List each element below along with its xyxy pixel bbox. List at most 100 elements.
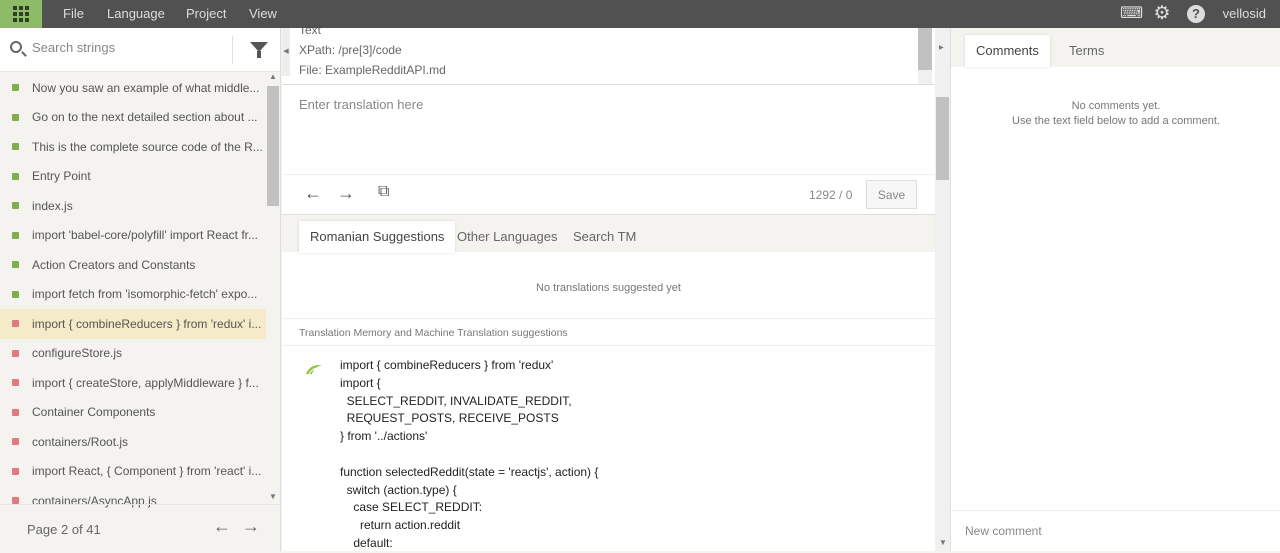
untranslated-status-icon <box>12 408 19 416</box>
next-page-button[interactable]: → <box>242 516 260 537</box>
translated-status-icon <box>12 231 19 239</box>
strings-sidebar: Now you saw an example of what middle...… <box>0 28 281 551</box>
char-count: 1292 / 0 <box>809 188 853 202</box>
tab-search-tm[interactable]: Search TM <box>562 221 647 253</box>
list-item[interactable]: containers/Root.js <box>0 427 266 457</box>
list-item[interactable]: This is the complete source code of the … <box>0 132 266 162</box>
list-item-label: configureStore.js <box>32 346 123 361</box>
no-comments-text: No comments yet. <box>1071 100 1161 112</box>
list-item-label: import 'babel-core/polyfill' import Reac… <box>32 228 258 243</box>
list-item-label: import fetch from 'isomorphic-fetch' exp… <box>32 287 258 302</box>
untranslated-status-icon <box>12 379 19 386</box>
list-item-label: import { combineReducers } from 'redux' … <box>32 316 262 331</box>
suggestion-tabs: Romanian Suggestions Other Languages Sea… <box>282 214 935 253</box>
gear-icon[interactable]: ⚙ <box>1153 4 1171 23</box>
search-bar <box>0 28 280 72</box>
untranslated-status-icon <box>12 467 19 475</box>
prev-string-button[interactable]: ← <box>304 183 322 204</box>
strings-list: Now you saw an example of what middle...… <box>0 73 266 516</box>
list-item[interactable]: Go on to the next detailed section about… <box>0 103 266 133</box>
list-item[interactable]: index.js <box>0 191 266 221</box>
list-item[interactable]: import 'babel-core/polyfill' import Reac… <box>0 221 266 251</box>
scroll-down-icon[interactable]: ▼ <box>269 492 277 501</box>
tm-suggestion[interactable]: import { combineReducers } from 'redux' … <box>340 357 598 553</box>
grid-icon <box>13 6 29 22</box>
scroll-up-icon[interactable]: ▲ <box>269 72 277 81</box>
tab-terms[interactable]: Terms <box>1058 35 1115 67</box>
machine-translation-icon <box>306 364 322 375</box>
user-menu[interactable]: vellosid <box>1223 0 1266 28</box>
translated-status-icon <box>12 202 19 209</box>
translated-status-icon <box>12 261 19 268</box>
list-item[interactable]: import fetch from 'isomorphic-fetch' exp… <box>0 280 266 310</box>
list-item-label: Container Components <box>32 405 156 420</box>
list-scrollbar[interactable]: ▲ ▼ <box>267 72 279 531</box>
list-item-label: import React, { Component } from 'react'… <box>32 464 262 479</box>
list-item[interactable]: import { createStore, applyMiddleware } … <box>0 368 266 398</box>
scrollbar-thumb[interactable] <box>936 97 949 180</box>
file-label: File: <box>299 63 326 77</box>
next-string-button[interactable]: → <box>337 183 355 204</box>
untranslated-status-icon <box>12 438 19 445</box>
scroll-down-icon[interactable]: ▼ <box>939 538 947 547</box>
menu-file[interactable]: File <box>63 0 84 28</box>
page-indicator: Page 2 of 41 <box>27 522 101 537</box>
no-comments-hint: Use the text field below to add a commen… <box>1012 115 1220 127</box>
pagination: Page 2 of 41 ← → <box>0 504 281 551</box>
translated-status-icon <box>12 290 19 298</box>
search-icon <box>10 41 22 53</box>
help-icon[interactable]: ? <box>1187 5 1205 23</box>
editor-panel: Text XPath: /pre[3]/code File: ExampleRe… <box>282 28 935 551</box>
filter-icon[interactable] <box>250 42 268 58</box>
tab-romanian-suggestions[interactable]: Romanian Suggestions <box>299 221 456 253</box>
scrollbar-thumb[interactable] <box>267 86 279 206</box>
list-item[interactable]: Action Creators and Constants <box>0 250 266 280</box>
list-item-label: Action Creators and Constants <box>32 257 196 272</box>
keyboard-icon[interactable]: ⌨ <box>1120 5 1143 23</box>
copy-source-icon[interactable]: ⧉ <box>378 183 389 201</box>
untranslated-status-icon <box>12 349 19 357</box>
untranslated-status-icon <box>12 497 19 504</box>
translated-status-icon <box>12 113 19 121</box>
list-item-label: containers/Root.js <box>32 434 129 449</box>
list-item[interactable]: import { combineReducers } from 'redux' … <box>0 309 266 339</box>
menu-language[interactable]: Language <box>107 0 165 28</box>
file-link[interactable]: ExampleRedditAPI.md <box>325 63 446 77</box>
list-item-label: Entry Point <box>32 169 91 184</box>
prev-page-button[interactable]: ← <box>213 516 231 537</box>
divider <box>232 36 233 64</box>
list-item[interactable]: Entry Point <box>0 162 266 192</box>
menu-view[interactable]: View <box>249 0 277 28</box>
tab-comments[interactable]: Comments <box>965 35 1050 67</box>
collapse-left-icon[interactable]: ◀ <box>282 28 290 76</box>
source-scrollbar[interactable] <box>918 28 932 84</box>
list-item-label: index.js <box>32 198 73 213</box>
tm-header: Translation Memory and Machine Translati… <box>282 318 935 346</box>
list-item[interactable]: Now you saw an example of what middle... <box>0 73 266 103</box>
list-item[interactable]: configureStore.js <box>0 339 266 369</box>
translation-input[interactable] <box>282 86 935 174</box>
translated-status-icon <box>12 84 19 91</box>
untranslated-status-icon <box>12 320 19 327</box>
list-item-label: Go on to the next detailed section about… <box>32 110 258 125</box>
comments-tabs: Comments Terms <box>951 28 1280 67</box>
comments-panel: Comments Terms No comments yet. Use the … <box>950 28 1280 551</box>
expand-right-icon[interactable]: ▶ <box>939 44 944 51</box>
save-button[interactable]: Save <box>866 180 917 209</box>
source-context: Text XPath: /pre[3]/code File: ExampleRe… <box>282 28 935 85</box>
search-input[interactable] <box>32 40 222 55</box>
list-item-label: Now you saw an example of what middle... <box>32 80 260 95</box>
menu-project[interactable]: Project <box>186 0 226 28</box>
source-label: Text <box>299 28 322 37</box>
editor-scrollbar[interactable]: ▶ ▼ <box>935 28 950 551</box>
xpath: XPath: /pre[3]/code <box>299 43 402 57</box>
no-comments: No comments yet. Use the text field belo… <box>951 99 1280 129</box>
new-comment-input[interactable] <box>951 510 1280 551</box>
list-item[interactable]: Container Components <box>0 398 266 428</box>
list-item[interactable]: import React, { Component } from 'react'… <box>0 457 266 487</box>
editor-toolbar: ← → ⧉ 1292 / 0 Save <box>282 174 935 214</box>
tab-other-languages[interactable]: Other Languages <box>446 221 568 253</box>
no-suggestions: No translations suggested yet <box>536 282 681 294</box>
apps-grid-button[interactable] <box>0 0 42 28</box>
translated-status-icon <box>12 172 19 180</box>
